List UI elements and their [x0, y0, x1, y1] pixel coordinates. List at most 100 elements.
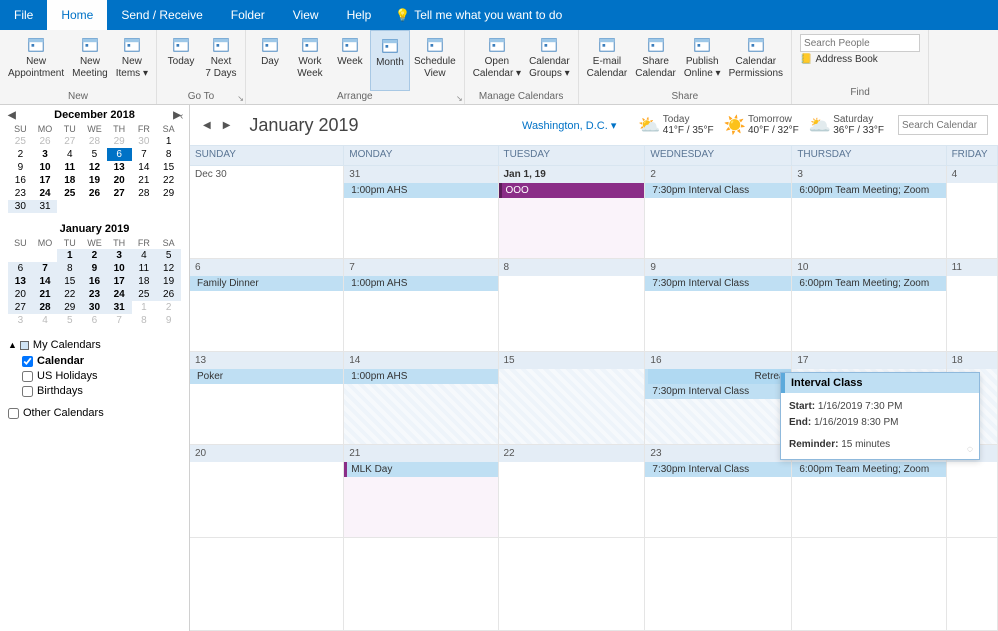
mini-cal-day[interactable]: 19: [156, 275, 181, 288]
calendar-event[interactable]: 7:30pm Interval Class: [645, 276, 791, 291]
calendar-cell[interactable]: 97:30pm Interval Class: [645, 259, 792, 352]
calendar-cell[interactable]: 13Poker: [190, 352, 344, 445]
calendar-event[interactable]: 7:30pm Interval Class: [645, 462, 791, 477]
mini-cal-day[interactable]: 17: [107, 275, 132, 288]
mini-cal-day[interactable]: 26: [156, 288, 181, 301]
calendar-event[interactable]: Family Dinner: [190, 276, 343, 291]
calendar-cell[interactable]: [645, 538, 792, 631]
mini-cal-day[interactable]: 2: [156, 301, 181, 314]
ribbon-btn-e-mail-calendar[interactable]: E-mailCalendar: [583, 30, 632, 91]
mini-cal-day[interactable]: 29: [57, 301, 82, 314]
calendar-cell[interactable]: 11: [947, 259, 998, 352]
ribbon-btn-week[interactable]: Week: [330, 30, 370, 91]
mini-cal-day[interactable]: 1: [156, 135, 181, 148]
calendar-event[interactable]: Poker: [190, 369, 343, 384]
mini-cal-day[interactable]: 4: [57, 148, 82, 161]
calendar-checkbox[interactable]: [22, 356, 33, 367]
mini-cal-day[interactable]: 28: [132, 187, 157, 200]
mini-cal-day[interactable]: 25: [132, 288, 157, 301]
mini-cal-day[interactable]: 11: [132, 262, 157, 275]
ribbon-btn-next-days[interactable]: Next7 Days: [201, 30, 241, 91]
ribbon-btn-open-calendar-[interactable]: OpenCalendar ▾: [469, 30, 525, 91]
mini-cal-day[interactable]: 10: [107, 262, 132, 275]
calendar-cell[interactable]: 6Family Dinner: [190, 259, 344, 352]
mini-cal-day[interactable]: 9: [82, 262, 107, 275]
mini-cal-day[interactable]: 20: [8, 288, 33, 301]
mini-cal-day[interactable]: 4: [33, 314, 58, 327]
mini-cal-day[interactable]: 9: [156, 314, 181, 327]
calendar-cell[interactable]: 4: [947, 166, 998, 259]
mini-cal-day[interactable]: 18: [132, 275, 157, 288]
mini-cal-day[interactable]: 23: [82, 288, 107, 301]
calendar-item-calendar[interactable]: Calendar: [22, 355, 181, 367]
menu-tab-file[interactable]: File: [0, 0, 47, 30]
calendar-cell[interactable]: 15: [499, 352, 646, 445]
mini-cal-day[interactable]: 8: [156, 148, 181, 161]
ribbon-btn-new-appointment[interactable]: NewAppointment: [4, 30, 68, 91]
mini-cal-day[interactable]: 3: [33, 148, 58, 161]
collapse-sidebar-icon[interactable]: ‹: [180, 111, 183, 122]
mini-cal-day[interactable]: 14: [132, 161, 157, 174]
mini-cal-day[interactable]: 16: [82, 275, 107, 288]
mini-cal-day[interactable]: 6: [107, 148, 132, 161]
mini-cal-day[interactable]: 12: [156, 262, 181, 275]
mini-cal-day[interactable]: 25: [8, 135, 33, 148]
mini-cal-day[interactable]: 7: [33, 262, 58, 275]
mini-cal-day[interactable]: 23: [8, 187, 33, 200]
mini-cal-day[interactable]: 24: [107, 288, 132, 301]
calendar-cell[interactable]: 141:00pm AHS: [344, 352, 498, 445]
mini-cal-day[interactable]: 2: [8, 148, 33, 161]
mini-cal-day[interactable]: 5: [156, 249, 181, 262]
mini-cal-day[interactable]: 9: [8, 161, 33, 174]
calendar-cell[interactable]: 71:00pm AHS: [344, 259, 498, 352]
mini-cal-day[interactable]: 26: [82, 187, 107, 200]
calendar-event[interactable]: 1:00pm AHS: [344, 276, 497, 291]
mini-cal-day[interactable]: 8: [57, 262, 82, 275]
mini-cal-day[interactable]: 30: [132, 135, 157, 148]
mini-cal-day[interactable]: 26: [33, 135, 58, 148]
calendar-cell[interactable]: 16Retreat7:30pm Interval Class: [645, 352, 792, 445]
calendar-cell[interactable]: 20: [190, 445, 344, 538]
other-calendars-checkbox[interactable]: [8, 408, 19, 419]
calendar-checkbox[interactable]: [22, 371, 33, 382]
mini-cal-day[interactable]: 21: [33, 288, 58, 301]
prev-icon[interactable]: ◀: [8, 110, 16, 121]
mini-cal-day[interactable]: 31: [33, 200, 58, 213]
dialog-launcher-icon[interactable]: ↘: [456, 94, 463, 103]
mini-cal-day[interactable]: 30: [82, 301, 107, 314]
ribbon-btn-today[interactable]: Today: [161, 30, 201, 91]
calendar-event[interactable]: 6:00pm Team Meeting; Zoom: [792, 276, 945, 291]
next-month-icon[interactable]: ▶: [220, 118, 234, 133]
calendar-cell[interactable]: 311:00pm AHS: [344, 166, 498, 259]
mini-cal-day[interactable]: 27: [107, 187, 132, 200]
mini-cal-day[interactable]: 22: [57, 288, 82, 301]
mini-cal-day[interactable]: 11: [57, 161, 82, 174]
mini-cal-day[interactable]: 6: [82, 314, 107, 327]
mini-cal-day[interactable]: 16: [8, 174, 33, 187]
mini-cal-day[interactable]: 28: [82, 135, 107, 148]
mini-cal-day[interactable]: 18: [57, 174, 82, 187]
mini-cal-day[interactable]: 3: [107, 249, 132, 262]
calendar-item-birthdays[interactable]: Birthdays: [22, 385, 181, 397]
ribbon-btn-schedule-view[interactable]: ScheduleView: [410, 30, 460, 91]
calendar-cell[interactable]: [947, 538, 998, 631]
mini-cal-day[interactable]: 6: [8, 262, 33, 275]
mini-cal-day[interactable]: 12: [82, 161, 107, 174]
menu-tab-view[interactable]: View: [279, 0, 333, 30]
menu-tab-folder[interactable]: Folder: [217, 0, 279, 30]
menu-tab-help[interactable]: Help: [333, 0, 386, 30]
mini-cal-day[interactable]: 15: [57, 275, 82, 288]
calendar-event[interactable]: 7:30pm Interval Class: [645, 183, 791, 198]
mini-cal-day[interactable]: 25: [57, 187, 82, 200]
calendar-cell[interactable]: Jan 1, 19OOO: [499, 166, 646, 259]
calendar-cell[interactable]: 106:00pm Team Meeting; Zoom: [792, 259, 946, 352]
calendar-cell[interactable]: 22: [499, 445, 646, 538]
menu-tab-send-receive[interactable]: Send / Receive: [107, 0, 216, 30]
calendar-item-us-holidays[interactable]: US Holidays: [22, 370, 181, 382]
mini-cal-day[interactable]: 5: [82, 148, 107, 161]
mini-cal-day[interactable]: 2: [82, 249, 107, 262]
mini-cal-day[interactable]: 13: [8, 275, 33, 288]
search-calendar-input[interactable]: [898, 115, 988, 135]
mini-cal-day[interactable]: 15: [156, 161, 181, 174]
calendar-cell[interactable]: [499, 538, 646, 631]
